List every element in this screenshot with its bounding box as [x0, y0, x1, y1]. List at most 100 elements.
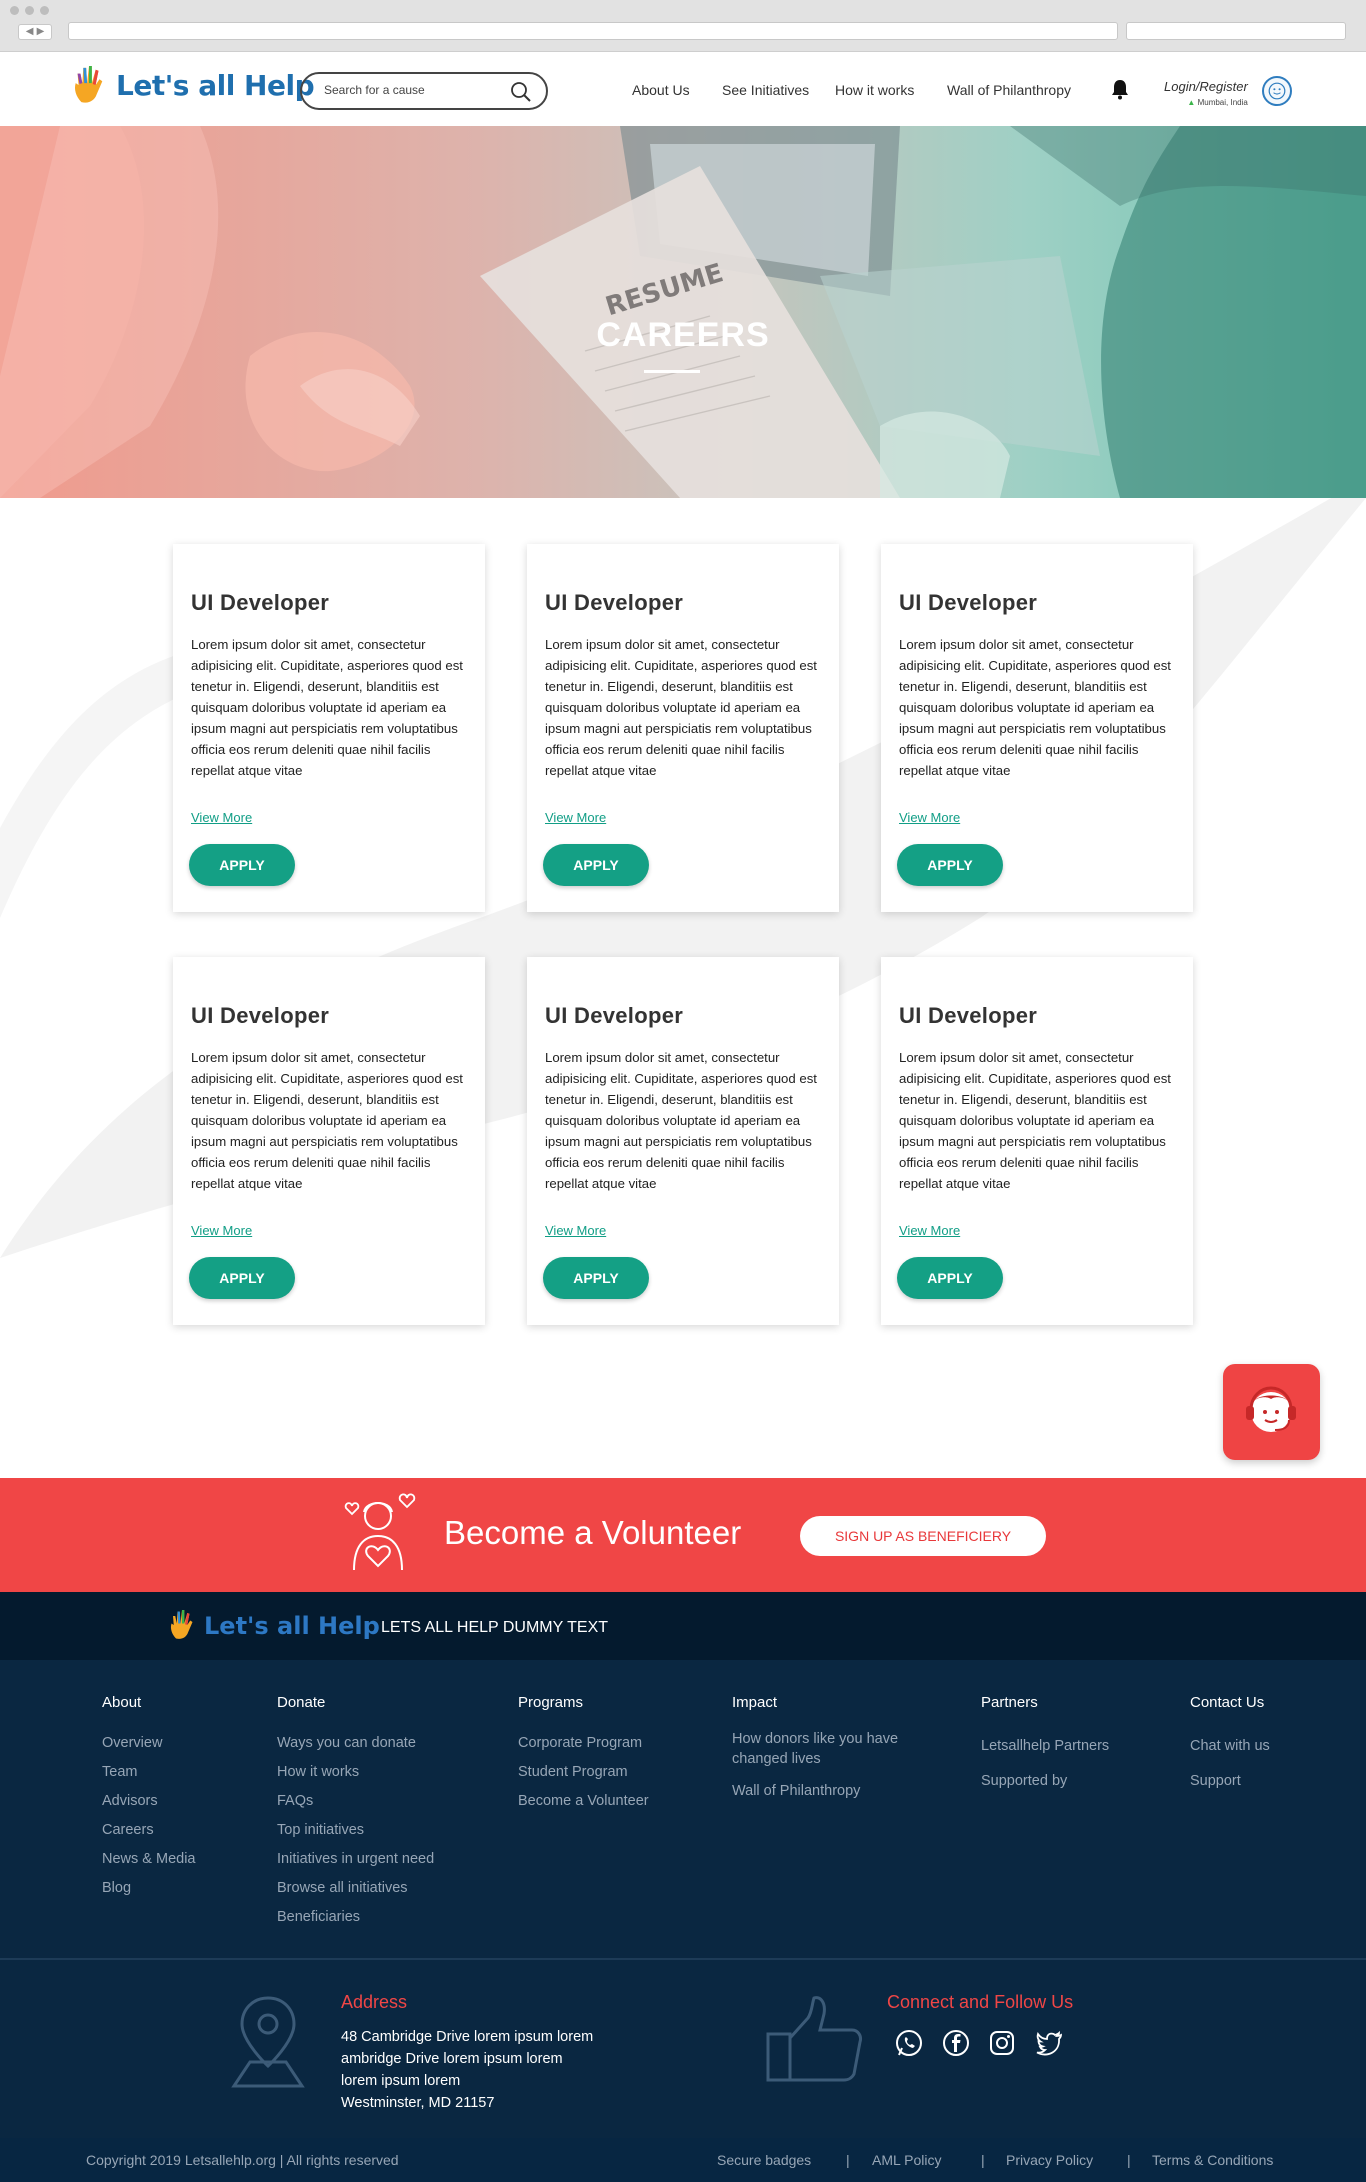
separator: | — [981, 2152, 985, 2168]
address-line: lorem ipsum lorem — [341, 2073, 461, 2089]
address-line: 48 Cambridge Drive lorem ipsum lorem — [341, 2029, 594, 2045]
footer-link-careers[interactable]: Careers — [102, 1816, 195, 1845]
separator: | — [1127, 2152, 1131, 2168]
support-chat-button[interactable] — [1223, 1364, 1320, 1460]
footer-link-news-media[interactable]: News & Media — [102, 1845, 195, 1874]
window-dot[interactable] — [25, 6, 34, 15]
job-card: UI Developer Lorem ipsum dolor sit amet,… — [173, 544, 485, 912]
nav-how-it-works[interactable]: How it works — [835, 82, 914, 98]
hero-banner: RESUME CAREERS — [0, 126, 1366, 498]
login-register[interactable]: Login/Register ▲ Mumbai, India — [1164, 78, 1248, 107]
hero-background-image: RESUME — [0, 126, 1366, 498]
separator: | — [846, 2152, 850, 2168]
site-footer: About Overview Team Advisors Careers New… — [0, 1660, 1366, 2138]
address-line: ambridge Drive lorem ipsum lorem — [341, 2051, 563, 2067]
browser-search-bar[interactable] — [1126, 22, 1346, 40]
footer-link-how-it-works[interactable]: How it works — [277, 1758, 434, 1787]
login-link[interactable]: Login/Register — [1164, 79, 1248, 94]
footer-link-become-volunteer[interactable]: Become a Volunteer — [518, 1787, 649, 1816]
footer-heading: About — [102, 1694, 142, 1711]
footer-link-wall-of-philanthropy[interactable]: Wall of Philanthropy — [732, 1777, 912, 1806]
footer-logo-text[interactable]: Let's all Help — [204, 1612, 380, 1640]
footer-link-advisors[interactable]: Advisors — [102, 1787, 195, 1816]
view-more-link[interactable]: View More — [545, 1223, 606, 1238]
window-dot[interactable] — [10, 6, 19, 15]
bell-icon[interactable] — [1110, 78, 1130, 100]
apply-button[interactable]: APPLY — [897, 844, 1003, 886]
footer-link-browse-initiatives[interactable]: Browse all initiatives — [277, 1874, 434, 1903]
instagram-icon[interactable] — [987, 2028, 1017, 2058]
view-more-link[interactable]: View More — [899, 1223, 960, 1238]
location-label: ▲ Mumbai, India — [1164, 98, 1248, 107]
job-description: Lorem ipsum dolor sit amet, consectetur … — [545, 1050, 817, 1191]
job-title: UI Developer — [191, 1003, 330, 1028]
footer-link-partners[interactable]: Letsallhelp Partners — [981, 1729, 1109, 1764]
nav-about-us[interactable]: About Us — [632, 82, 690, 98]
footer-link-donor-stories[interactable]: How donors like you have changed lives — [732, 1729, 912, 1769]
apply-button[interactable]: APPLY — [543, 844, 649, 886]
search-input[interactable] — [324, 83, 504, 97]
footer-link-student-program[interactable]: Student Program — [518, 1758, 649, 1787]
job-card: UI Developer Lorem ipsum dolor sit amet,… — [173, 957, 485, 1325]
footer-link-top-initiatives[interactable]: Top initiatives — [277, 1816, 434, 1845]
job-description: Lorem ipsum dolor sit amet, consectetur … — [191, 1050, 463, 1191]
avatar[interactable] — [1262, 76, 1292, 106]
nav-wall-of-philanthropy[interactable]: Wall of Philanthropy — [947, 82, 1071, 98]
facebook-icon[interactable] — [941, 2028, 971, 2058]
terms-conditions-link[interactable]: Terms & Conditions — [1152, 2152, 1273, 2168]
footer-link-urgent-initiatives[interactable]: Initiatives in urgent need — [277, 1845, 434, 1874]
footer-heading: Impact — [732, 1694, 778, 1711]
secure-badges-link[interactable]: Secure badges — [717, 2152, 811, 2168]
job-card: UI Developer Lorem ipsum dolor sit amet,… — [527, 957, 839, 1325]
apply-button[interactable]: APPLY — [189, 844, 295, 886]
footer-link-blog[interactable]: Blog — [102, 1874, 195, 1903]
job-title: UI Developer — [191, 590, 330, 615]
page-title: CAREERS — [596, 316, 770, 354]
footer-link-ways-to-donate[interactable]: Ways you can donate — [277, 1729, 434, 1758]
sign-up-beneficiary-button[interactable]: SIGN UP AS BENEFICIERY — [800, 1516, 1046, 1556]
search-box[interactable] — [300, 72, 548, 110]
footer-link-overview[interactable]: Overview — [102, 1729, 195, 1758]
aml-policy-link[interactable]: AML Policy — [872, 2152, 942, 2168]
view-more-link[interactable]: View More — [899, 810, 960, 825]
footer-link-support[interactable]: Support — [1190, 1764, 1270, 1799]
window-dot[interactable] — [40, 6, 49, 15]
hand-logo-icon — [74, 66, 103, 103]
footer-col-about: About Overview Team Advisors Careers New… — [102, 1694, 195, 1903]
careers-section: UI Developer Lorem ipsum dolor sit amet,… — [0, 498, 1366, 1478]
hand-logo-icon — [170, 1610, 193, 1639]
footer-brand-strip: Let's all Help LETS ALL HELP DUMMY TEXT — [0, 1592, 1366, 1660]
job-title: UI Developer — [899, 590, 1038, 615]
view-more-link[interactable]: View More — [191, 1223, 252, 1238]
site-logo[interactable]: Let's all Help — [70, 64, 315, 106]
footer-link-faqs[interactable]: FAQs — [277, 1787, 434, 1816]
footer-col-programs: Programs Corporate Program Student Progr… — [518, 1694, 649, 1816]
apply-button[interactable]: APPLY — [543, 1257, 649, 1299]
view-more-link[interactable]: View More — [545, 810, 606, 825]
location-text: Mumbai, India — [1197, 98, 1248, 107]
footer-heading: Partners — [981, 1694, 1038, 1711]
copyright-bar: Copyright 2019 Letsallehlp.org | All rig… — [0, 2138, 1366, 2182]
back-forward-icon[interactable]: ◀ ▶ — [18, 24, 52, 40]
view-more-link[interactable]: View More — [191, 810, 252, 825]
twitter-icon[interactable] — [1034, 2028, 1064, 2058]
address-bar[interactable] — [68, 22, 1118, 40]
nav-see-initiatives[interactable]: See Initiatives — [722, 82, 809, 98]
footer-link-beneficiaries[interactable]: Beneficiaries — [277, 1903, 434, 1932]
search-icon[interactable] — [510, 81, 532, 103]
address-line: Westminster, MD 21157 — [341, 2095, 495, 2111]
privacy-policy-link[interactable]: Privacy Policy — [1006, 2152, 1093, 2168]
apply-button[interactable]: APPLY — [189, 1257, 295, 1299]
footer-link-supported-by[interactable]: Supported by — [981, 1764, 1109, 1799]
job-title: UI Developer — [545, 1003, 684, 1028]
job-description: Lorem ipsum dolor sit amet, consectetur … — [191, 637, 463, 778]
location-pin-icon — [231, 1996, 305, 2088]
job-description: Lorem ipsum dolor sit amet, consectetur … — [899, 637, 1171, 778]
footer-link-corporate-program[interactable]: Corporate Program — [518, 1729, 649, 1758]
footer-heading: Contact Us — [1190, 1694, 1265, 1711]
footer-link-chat[interactable]: Chat with us — [1190, 1729, 1270, 1764]
apply-button[interactable]: APPLY — [897, 1257, 1003, 1299]
footer-link-team[interactable]: Team — [102, 1758, 195, 1787]
whatsapp-icon[interactable] — [894, 2028, 924, 2058]
address-heading: Address — [341, 1992, 408, 2012]
